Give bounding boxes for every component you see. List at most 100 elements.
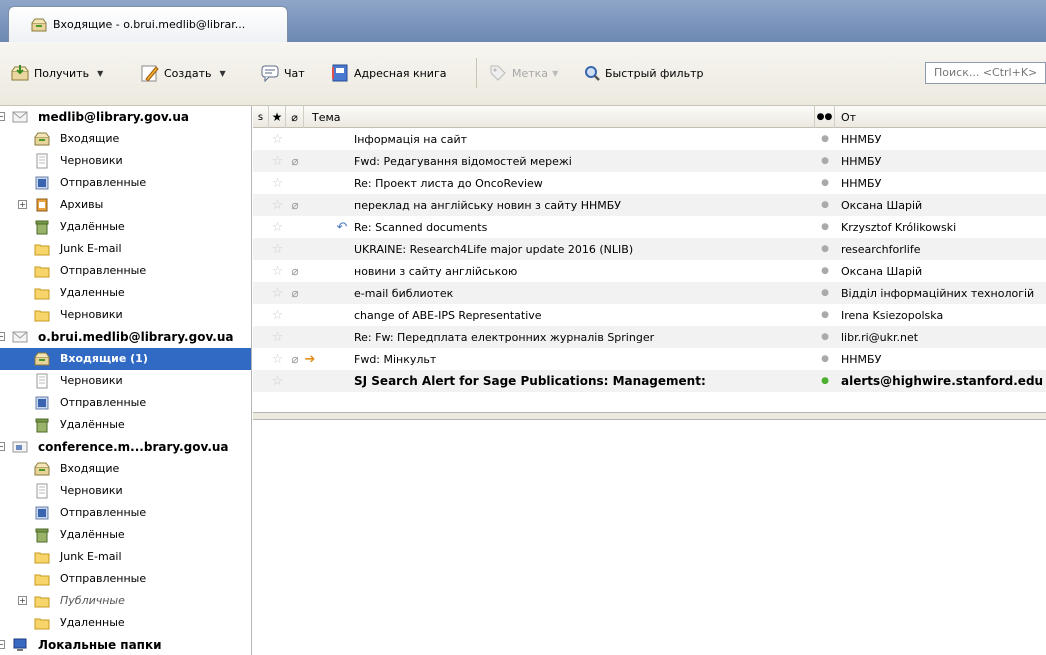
folder-row[interactable]: Удаленные — [0, 612, 251, 634]
message-row[interactable]: ☆ UKRAINE: Research4Life major update 201… — [253, 238, 1046, 260]
star-icon[interactable]: ☆ — [272, 198, 284, 213]
folder-row[interactable]: Черновики — [0, 480, 251, 502]
star-icon[interactable]: ☆ — [272, 352, 284, 367]
folder-row[interactable]: Входящие (1) — [0, 348, 251, 370]
from-column-header[interactable]: От — [835, 106, 1046, 128]
subject-column-header[interactable]: Тема — [304, 106, 815, 128]
folder-row[interactable]: Junk E-mail — [0, 546, 251, 568]
folder-row[interactable]: Удалённые — [0, 414, 251, 436]
folder-row[interactable]: + Архивы — [0, 194, 251, 216]
star-icon[interactable]: ☆ — [272, 308, 284, 323]
account-row[interactable]: − conference.m...brary.gov.ua — [0, 436, 251, 458]
star-icon[interactable]: ☆ — [272, 176, 284, 191]
folder-row[interactable]: Входящие — [0, 128, 251, 150]
drafts-icon — [34, 483, 50, 499]
drafts-icon — [34, 373, 50, 389]
star-icon[interactable]: ☆ — [272, 132, 284, 147]
read-status-icon[interactable]: ● — [821, 266, 829, 276]
message-row[interactable]: ☆ ⌀ ➔ Fwd: Мінкульт ● ННМБУ — [253, 348, 1046, 370]
message-row[interactable]: ☆ ⌀ Fwd: Редагування відомостей мережі ● ННМ… — [253, 150, 1046, 172]
message-row[interactable]: ☆ ⌀ новини з сайту англійською ● Оксана Шарі… — [253, 260, 1046, 282]
expand-icon[interactable]: + — [18, 200, 27, 209]
collapse-icon[interactable]: − — [0, 640, 5, 649]
folder-label: Отправленные — [60, 176, 147, 189]
attachment-column-header[interactable]: ⌀ — [286, 106, 304, 128]
collapse-icon[interactable]: − — [0, 332, 5, 341]
folder-row[interactable]: Черновики — [0, 150, 251, 172]
read-column-header[interactable]: ●● — [815, 106, 835, 128]
read-status-icon[interactable]: ● — [821, 222, 829, 232]
read-status-icon[interactable]: ● — [821, 376, 829, 386]
message-row[interactable]: ☆ Re: Fw: Передплата електронних журналів… — [253, 326, 1046, 348]
account-icon — [12, 109, 28, 125]
star-icon[interactable]: ☆ — [272, 154, 284, 169]
message-preview-pane — [253, 420, 1046, 655]
star-icon[interactable]: ☆ — [272, 242, 284, 257]
folder-row[interactable]: Черновики — [0, 304, 251, 326]
message-row[interactable]: ☆ ⌀ e-mail библиотек ● Відділ інформаційних … — [253, 282, 1046, 304]
message-row[interactable]: ☆ ↶ Re: Scanned documents ● Krzysztof Królik… — [253, 216, 1046, 238]
read-status-icon[interactable]: ● — [821, 310, 829, 320]
chat-icon — [260, 63, 280, 83]
star-icon[interactable]: ☆ — [272, 220, 284, 235]
collapse-icon[interactable]: − — [0, 112, 5, 121]
message-row[interactable]: ☆ change of ABE-IPS Representative ● Irena … — [253, 304, 1046, 326]
tab-inbox[interactable]: Входящие - o.brui.medlib@librar... — [8, 6, 288, 42]
chat-button[interactable]: Чат — [260, 60, 305, 86]
star-icon[interactable]: ☆ — [272, 330, 284, 345]
folder-label: Удаленные — [60, 616, 125, 629]
tag-button[interactable]: Метка ▼ — [488, 60, 558, 86]
read-status-icon[interactable]: ● — [821, 156, 829, 166]
star-column-header[interactable]: ★ — [269, 106, 286, 128]
expand-icon[interactable]: + — [18, 596, 27, 605]
folder-row[interactable]: Отправленные — [0, 568, 251, 590]
message-subject: Fwd: Редагування відомостей мережі — [354, 154, 572, 168]
get-mail-button[interactable]: Получить ▼ — [10, 60, 103, 86]
read-status-icon[interactable]: ● — [821, 354, 829, 364]
star-icon[interactable]: ☆ — [272, 286, 284, 301]
read-status-icon[interactable]: ● — [821, 288, 829, 298]
chevron-down-icon[interactable]: ▼ — [97, 69, 103, 78]
account-row[interactable]: − Локальные папки — [0, 634, 251, 655]
thread-column-header[interactable]: ꜱ — [253, 106, 269, 128]
message-subject: e-mail библиотек — [354, 286, 454, 300]
folder-row[interactable]: Отправленные — [0, 392, 251, 414]
message-subject: UKRAINE: Research4Life major update 2016… — [354, 242, 634, 256]
read-status-icon[interactable]: ● — [821, 332, 829, 342]
folder-row[interactable]: Отправленные — [0, 260, 251, 282]
message-row[interactable]: ☆ SJ Search Alert for Sage Publications: … — [253, 370, 1046, 392]
tab-label: Входящие - o.brui.medlib@librar... — [53, 18, 246, 31]
read-status-icon[interactable]: ● — [821, 244, 829, 254]
search-input[interactable]: Поиск... <Ctrl+K> — [925, 62, 1046, 84]
folder-row[interactable]: Junk E-mail — [0, 238, 251, 260]
collapse-icon[interactable]: − — [0, 442, 5, 451]
create-button[interactable]: Создать ▼ — [140, 60, 226, 86]
addressbook-button[interactable]: Адресная книга — [330, 60, 446, 86]
folder-row[interactable]: + Публичные — [0, 590, 251, 612]
read-status-icon[interactable]: ● — [821, 134, 829, 144]
folder-label: Отправленные — [60, 572, 147, 585]
archive-icon — [34, 197, 50, 213]
folder-row[interactable]: Отправленные — [0, 502, 251, 524]
message-sender: ННМБУ — [841, 132, 882, 146]
message-row[interactable]: ☆ Інформація на сайт ● ННМБУ — [253, 128, 1046, 150]
message-row[interactable]: ☆ Re: Проект листа до OncoReview ● ННМБУ — [253, 172, 1046, 194]
chevron-down-icon[interactable]: ▼ — [220, 69, 226, 78]
folder-row[interactable]: Входящие — [0, 458, 251, 480]
folder-row[interactable]: Удалённые — [0, 524, 251, 546]
message-row[interactable]: ☆ ⌀ переклад на англійську новин з сайту Н… — [253, 194, 1046, 216]
folder-row[interactable]: Удаленные — [0, 282, 251, 304]
folder-row[interactable]: Черновики — [0, 370, 251, 392]
folder-row[interactable]: Удалённые — [0, 216, 251, 238]
read-status-icon[interactable]: ● — [821, 178, 829, 188]
folder-icon — [34, 241, 50, 257]
star-icon[interactable]: ☆ — [272, 264, 284, 279]
folder-row[interactable]: Отправленные — [0, 172, 251, 194]
quick-filter-button[interactable]: Быстрый фильтр — [583, 60, 703, 86]
pane-splitter[interactable] — [253, 412, 1046, 420]
chevron-down-icon[interactable]: ▼ — [552, 69, 558, 78]
star-icon[interactable]: ☆ — [272, 374, 284, 389]
account-row[interactable]: − medlib@library.gov.ua — [0, 106, 251, 128]
read-status-icon[interactable]: ● — [821, 200, 829, 210]
account-row[interactable]: − o.brui.medlib@library.gov.ua — [0, 326, 251, 348]
